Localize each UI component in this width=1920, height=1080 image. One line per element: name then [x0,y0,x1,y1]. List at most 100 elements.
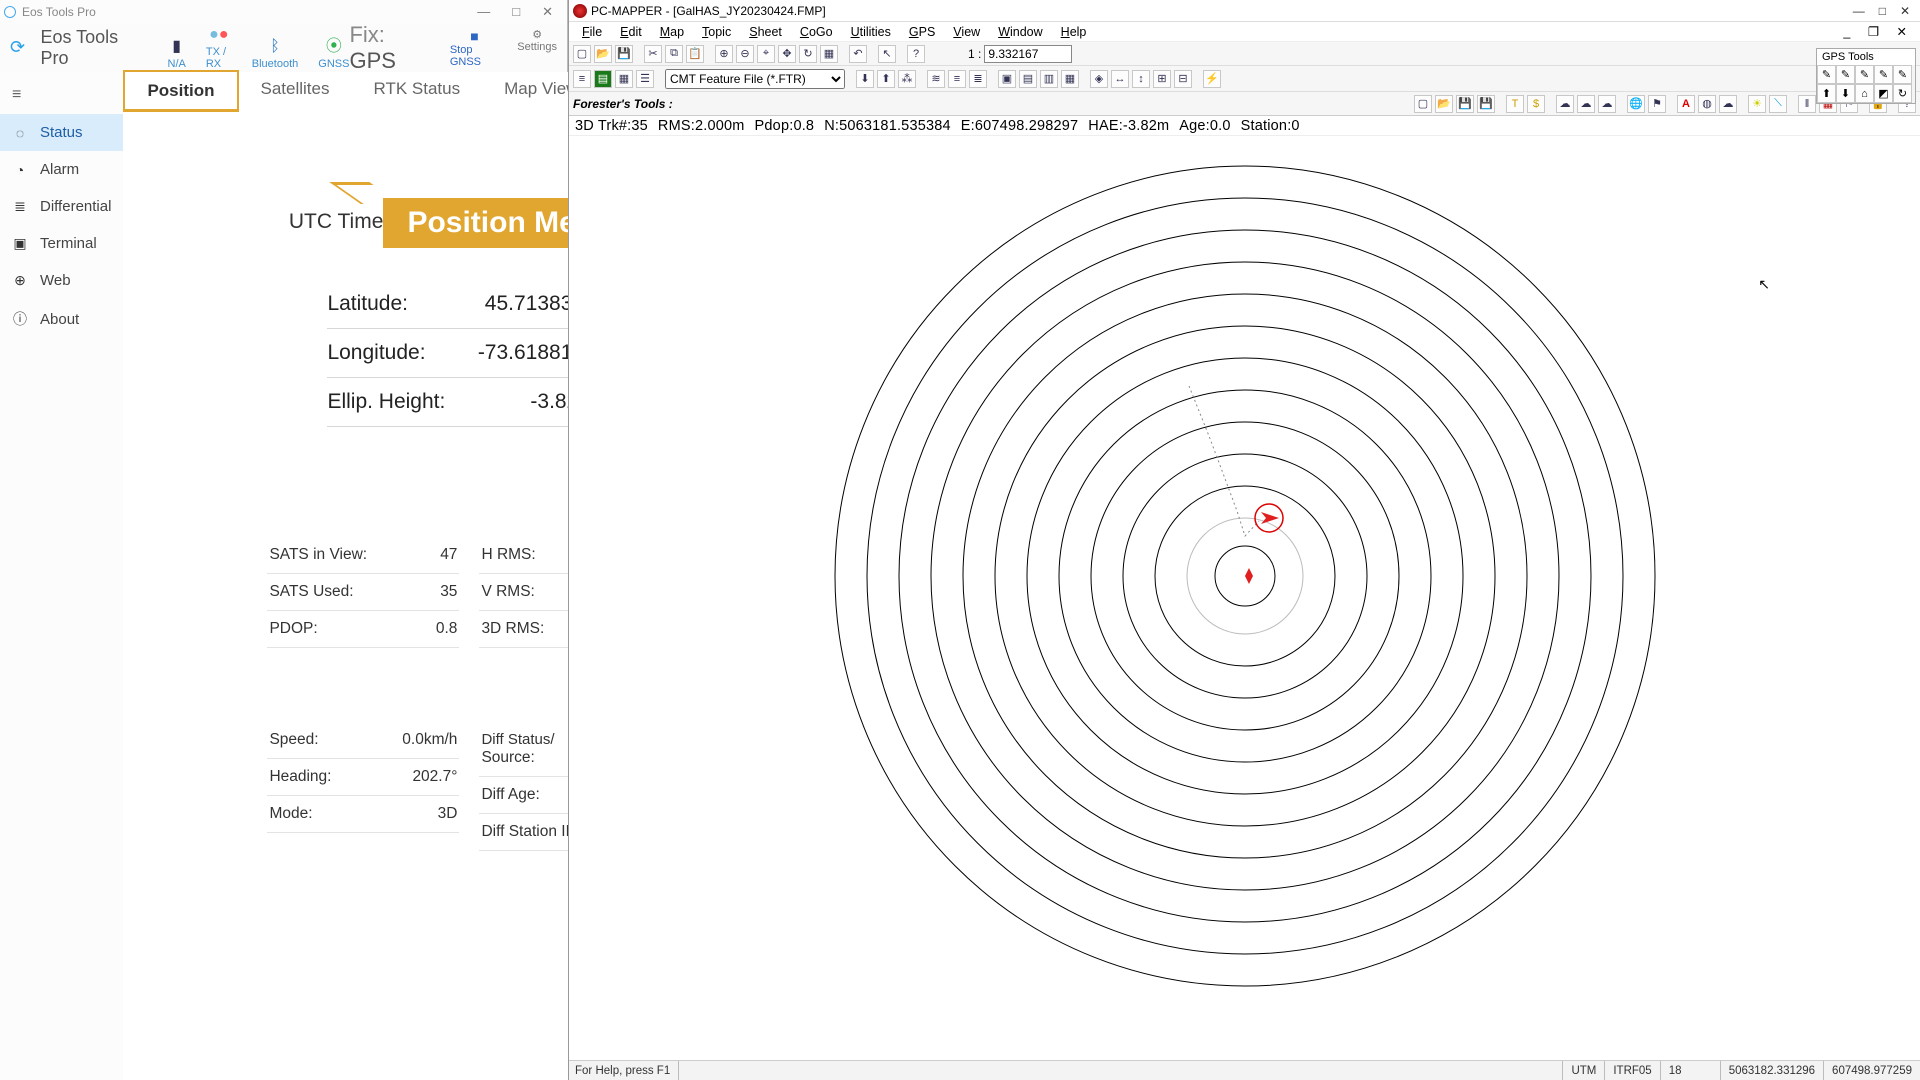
maximize-button[interactable]: □ [1879,4,1886,18]
tool-m-button[interactable]: ⊟ [1174,70,1192,88]
ft-s-button[interactable]: $ [1527,95,1545,113]
undo-button[interactable]: ↶ [849,45,867,63]
tree-button[interactable]: ▤ [594,70,612,88]
ft-sun-button[interactable]: ☀ [1748,95,1766,113]
ft-line-button[interactable]: ⟍ [1769,95,1787,113]
menu-window[interactable]: Window [991,24,1049,40]
tool-e-button[interactable]: ▣ [998,70,1016,88]
zoom-out-button[interactable]: ⊖ [736,45,754,63]
close-button[interactable]: ✕ [1900,4,1910,18]
gnss-indicator[interactable]: ⦿GNSS [318,32,349,70]
menu-help[interactable]: Help [1054,24,1094,40]
paste-button[interactable]: 📋 [686,45,704,63]
menu-topic[interactable]: Topic [695,24,738,40]
menu-edit[interactable]: Edit [613,24,649,40]
open-button[interactable]: 📂 [594,45,612,63]
tab-rtk-status[interactable]: RTK Status [351,70,482,112]
zoom-fit-button[interactable]: ⌖ [757,45,775,63]
scale-input[interactable] [984,45,1072,63]
gps-tool-5[interactable]: ✎ [1893,65,1912,84]
gps-tool-10[interactable]: ↻ [1893,84,1912,103]
mdi-restore-button[interactable]: ❐ [1861,24,1886,40]
ft-c1-button[interactable]: ☁ [1556,95,1574,113]
ft-zone-button[interactable]: ◍ [1698,95,1716,113]
gps-tool-9[interactable]: ◩ [1874,84,1893,103]
tool-b-button[interactable]: ≋ [927,70,945,88]
close-button[interactable]: ✕ [542,4,553,20]
mdi-minimize-button[interactable]: _ [1836,24,1857,40]
menu-gps[interactable]: GPS [902,24,942,40]
hamburger-button[interactable]: ≡ [0,76,123,114]
ft-open-button[interactable]: 📂 [1435,95,1453,113]
ft-c3-button[interactable]: ☁ [1598,95,1616,113]
tool-l-button[interactable]: ⊞ [1153,70,1171,88]
list-button[interactable]: ≡ [573,70,591,88]
ft-c2-button[interactable]: ☁ [1577,95,1595,113]
tool-f-button[interactable]: ▤ [1019,70,1037,88]
bluetooth-indicator[interactable]: ᛒBluetooth [252,38,298,70]
gps-tool-6[interactable]: ⬆ [1817,84,1836,103]
sidebar-item-alarm[interactable]: ◔Alarm [0,151,123,188]
zoom-in-button[interactable]: ⊕ [715,45,733,63]
refresh-button[interactable]: ↻ [799,45,817,63]
tool-j-button[interactable]: ↔ [1111,70,1129,88]
tool-n-button[interactable]: ⚡ [1203,70,1221,88]
menu-file[interactable]: File [575,24,609,40]
sidebar-item-differential[interactable]: ≣Differential [0,188,123,225]
stop-gnss-button[interactable]: ■Stop GNSS [450,28,499,68]
tool-d-button[interactable]: ≣ [969,70,987,88]
settings-button[interactable]: ⚙Settings [517,28,557,68]
help-context-button[interactable]: ? [907,45,925,63]
gps-tool-2[interactable]: ✎ [1836,65,1855,84]
pointer-button[interactable]: ↖ [878,45,896,63]
na-indicator[interactable]: ▮N/A [168,36,186,70]
gps-tool-1[interactable]: ✎ [1817,65,1836,84]
sidebar-item-terminal[interactable]: ▣Terminal [0,225,123,262]
ft-save-button[interactable]: 💾 [1456,95,1474,113]
gps-tool-7[interactable]: ⬇ [1836,84,1855,103]
ft-new-button[interactable]: ▢ [1414,95,1432,113]
cut-button[interactable]: ✂ [644,45,662,63]
feature-file-select[interactable]: CMT Feature File (*.FTR) [665,69,845,89]
sidebar-item-about[interactable]: ⓘAbout [0,299,123,339]
menu-cogo[interactable]: CoGo [793,24,840,40]
export-button[interactable]: ⬆ [877,70,895,88]
tool-i-button[interactable]: ◈ [1090,70,1108,88]
tool-g-button[interactable]: ▥ [1040,70,1058,88]
txrx-indicator[interactable]: ●●TX / RX [206,26,232,70]
import-button[interactable]: ⬇ [856,70,874,88]
ft-cloud-button[interactable]: ☁ [1719,95,1737,113]
minimize-button[interactable]: — [1853,4,1865,18]
rows-button[interactable]: ☰ [636,70,654,88]
menu-sheet[interactable]: Sheet [742,24,789,40]
gps-tool-4[interactable]: ✎ [1874,65,1893,84]
mdi-close-button[interactable]: ✕ [1890,24,1914,40]
ft-save2-button[interactable]: 💾 [1477,95,1495,113]
ft-flag-button[interactable]: ⚑ [1648,95,1666,113]
sidebar-item-web[interactable]: ⊕Web [0,262,123,299]
tool-a-button[interactable]: ⁂ [898,70,916,88]
sheet-button[interactable]: ▦ [615,70,633,88]
save-button[interactable]: 💾 [615,45,633,63]
menu-view[interactable]: View [946,24,987,40]
tool-c-button[interactable]: ≡ [948,70,966,88]
ft-area-button[interactable]: A [1677,95,1695,113]
ft-bars-button[interactable]: ‖ [1798,95,1816,113]
tool-h-button[interactable]: ▦ [1061,70,1079,88]
minimize-button[interactable]: — [477,4,490,20]
new-button[interactable]: ▢ [573,45,591,63]
ft-globe-button[interactable]: 🌐 [1627,95,1645,113]
menu-map[interactable]: Map [653,24,691,40]
ft-t-button[interactable]: T [1506,95,1524,113]
copy-button[interactable]: ⧉ [665,45,683,63]
gps-tools-palette[interactable]: GPS Tools ✎ ✎ ✎ ✎ ✎ ⬆ ⬇ ⌂ ◩ ↻ [1816,48,1916,104]
pcm-map-canvas[interactable]: ↖ [569,136,1920,1060]
grid-button[interactable]: ▦ [820,45,838,63]
tab-satellites[interactable]: Satellites [239,70,352,112]
gps-tool-8[interactable]: ⌂ [1855,84,1874,103]
maximize-button[interactable]: □ [512,4,520,20]
menu-utilities[interactable]: Utilities [844,24,898,40]
gps-tool-3[interactable]: ✎ [1855,65,1874,84]
pan-button[interactable]: ✥ [778,45,796,63]
sidebar-item-status[interactable]: ◌Status [0,114,123,151]
